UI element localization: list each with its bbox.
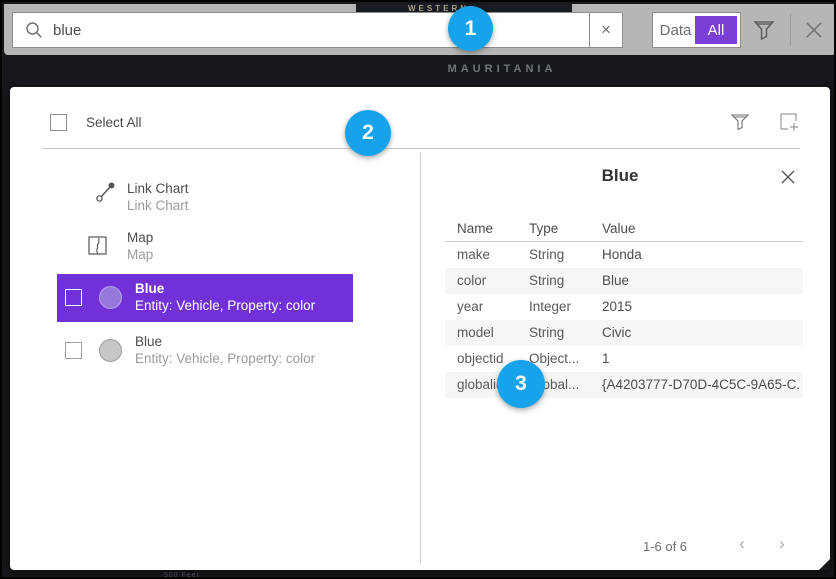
table-row: model String Civic <box>445 320 803 346</box>
table-row: make String Honda <box>445 242 803 268</box>
attr-value: 1 <box>602 346 800 372</box>
attr-type: String <box>529 242 599 268</box>
result-title-link-chart[interactable]: Link Chart <box>127 181 189 196</box>
attr-name: color <box>457 268 527 294</box>
search-input[interactable] <box>53 22 589 39</box>
search-icon <box>25 21 43 39</box>
search-box[interactable] <box>12 12 590 48</box>
step-badge-1: 1 <box>448 6 493 51</box>
panel-header-divider <box>42 148 800 149</box>
panel-resize-corner[interactable] <box>819 559 830 570</box>
attr-name: model <box>457 320 527 346</box>
link-chart-icon <box>95 181 117 203</box>
pagination-label: 1-6 of 6 <box>605 539 725 554</box>
map-icon <box>88 236 107 255</box>
attr-value: Honda <box>602 242 800 268</box>
search-results-panel: Select All Link Chart Link Chart Map Map… <box>10 87 830 570</box>
attr-value: 2015 <box>602 294 800 320</box>
result-title-map[interactable]: Map <box>127 230 153 245</box>
add-to-selection-icon[interactable] <box>779 112 800 133</box>
result-subtitle-link-chart: Link Chart <box>127 198 189 213</box>
detail-title: Blue <box>480 166 760 186</box>
map-country-label: MAURITANIA <box>422 63 582 75</box>
entity-circle-icon <box>99 339 122 362</box>
result-subtitle-map: Map <box>127 247 153 262</box>
detail-close-icon[interactable] <box>778 167 798 187</box>
select-all-checkbox[interactable] <box>50 114 67 131</box>
map-scale-text: 500 Feet <box>164 572 200 579</box>
clear-search-button[interactable]: × <box>589 12 623 48</box>
attr-name: make <box>457 242 527 268</box>
attr-type: Integer <box>529 294 599 320</box>
panel-vertical-divider <box>420 153 421 563</box>
result-row-blue-selected[interactable]: Blue Entity: Vehicle, Property: color <box>57 274 353 322</box>
result-subtitle: Entity: Vehicle, Property: color <box>135 298 315 313</box>
toolbar-filter-icon[interactable] <box>752 18 776 42</box>
pagination-prev-button[interactable]: ‹ <box>732 534 752 554</box>
scope-data-option[interactable]: Data <box>656 16 695 44</box>
result-title: Blue <box>135 334 162 349</box>
result-checkbox[interactable] <box>65 342 82 359</box>
attr-value: {A4203777-D70D-4C5C-9A65-C... <box>602 372 800 398</box>
table-row: year Integer 2015 <box>445 294 803 320</box>
toolbar-divider <box>790 14 791 46</box>
table-row: objectid Object... 1 <box>445 346 803 372</box>
attr-type: String <box>529 268 599 294</box>
entity-circle-icon <box>99 286 122 309</box>
column-header-type: Type <box>529 221 558 236</box>
column-header-name: Name <box>457 221 493 236</box>
result-row-blue[interactable]: Blue Entity: Vehicle, Property: color <box>57 327 353 375</box>
panel-filter-icon[interactable] <box>730 112 750 132</box>
attr-name: year <box>457 294 527 320</box>
step-badge-2: 2 <box>345 110 391 156</box>
result-subtitle: Entity: Vehicle, Property: color <box>135 351 315 366</box>
column-header-value: Value <box>602 221 636 236</box>
select-all-label: Select All <box>86 115 142 130</box>
attr-value: Blue <box>602 268 800 294</box>
toolbar-close-icon[interactable] <box>800 16 828 44</box>
attr-value: Civic <box>602 320 800 346</box>
scope-all-option[interactable]: All <box>695 16 737 44</box>
search-scope-toggle: Data All <box>652 12 741 48</box>
pagination-next-button[interactable]: › <box>772 534 792 554</box>
app-window: MAURITANIA 500 Feet WESTERN × Data All 1 <box>0 0 836 579</box>
table-row: color String Blue <box>445 268 803 294</box>
attr-type: String <box>529 320 599 346</box>
result-title: Blue <box>135 281 164 296</box>
step-badge-3: 3 <box>497 360 545 408</box>
search-toolbar: WESTERN × Data All <box>4 4 836 55</box>
result-checkbox[interactable] <box>65 289 82 306</box>
